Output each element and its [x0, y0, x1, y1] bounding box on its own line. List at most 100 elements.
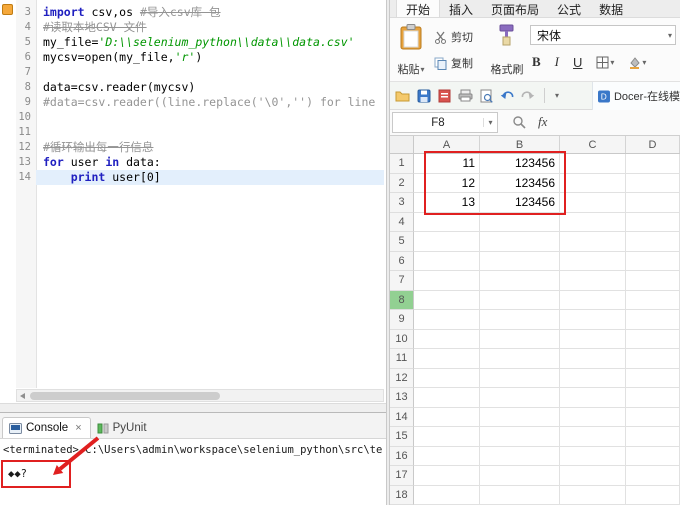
cell[interactable] [480, 349, 560, 369]
task-marker-icon[interactable] [2, 4, 13, 15]
code-line[interactable]: 7 [16, 65, 384, 80]
cell[interactable] [480, 407, 560, 427]
cell[interactable] [480, 251, 560, 271]
cell[interactable] [560, 251, 626, 271]
cell[interactable] [626, 407, 680, 427]
cell[interactable] [626, 466, 680, 486]
row-header[interactable]: 10 [390, 329, 414, 349]
cell[interactable] [626, 388, 680, 408]
cell[interactable] [480, 329, 560, 349]
cell[interactable] [560, 485, 626, 505]
cell[interactable] [626, 173, 680, 193]
cell[interactable] [626, 329, 680, 349]
cell[interactable] [626, 212, 680, 232]
cell[interactable] [626, 193, 680, 213]
row-header[interactable]: 13 [390, 388, 414, 408]
close-icon[interactable]: × [75, 422, 81, 434]
ribbon-tab-insert[interactable]: 插入 [440, 0, 482, 17]
cell[interactable] [480, 290, 560, 310]
row-header[interactable]: 5 [390, 232, 414, 252]
row-header[interactable]: 17 [390, 466, 414, 486]
fill-color-button[interactable]: ▾ [628, 56, 646, 69]
row-header[interactable]: 2 [390, 173, 414, 193]
cell[interactable] [560, 173, 626, 193]
ribbon-tab-formulas[interactable]: 公式 [548, 0, 590, 17]
row-header[interactable]: 1 [390, 154, 414, 174]
docer-online-templates-button[interactable]: D Docer-在线模 [592, 82, 680, 110]
row-header[interactable]: 6 [390, 251, 414, 271]
chevron-down-icon[interactable]: ▾ [483, 118, 497, 127]
chevron-down-icon[interactable]: ▾ [610, 58, 614, 67]
italic-button[interactable]: I [555, 54, 559, 70]
underline-button[interactable]: U [573, 55, 582, 70]
cell[interactable] [414, 310, 480, 330]
row-header[interactable]: 16 [390, 446, 414, 466]
ribbon-tab-data[interactable]: 数据 [590, 0, 632, 17]
tab-console[interactable]: Console × [2, 417, 91, 438]
code-line[interactable]: 8 data=csv.reader(mycsv) [16, 80, 384, 95]
paste-button[interactable]: 粘贴 ▾ [393, 21, 429, 79]
cell[interactable] [414, 212, 480, 232]
toolbar-options-chevron-icon[interactable]: ▾ [555, 91, 559, 100]
cell-b2[interactable]: 123456 [480, 173, 560, 193]
row-header[interactable]: 7 [390, 271, 414, 291]
magnifier-icon[interactable] [512, 115, 526, 129]
cell[interactable] [414, 407, 480, 427]
row-header[interactable]: 18 [390, 485, 414, 505]
cell[interactable] [414, 232, 480, 252]
cell[interactable] [414, 290, 480, 310]
borders-button[interactable]: ▾ [596, 56, 614, 69]
cell[interactable] [414, 485, 480, 505]
horizontal-scrollbar[interactable] [16, 389, 384, 402]
cell-b3[interactable]: 123456 [480, 193, 560, 213]
open-file-icon[interactable] [395, 89, 410, 102]
cell[interactable] [560, 427, 626, 447]
row-header[interactable]: 15 [390, 427, 414, 447]
cell-a2[interactable]: 12 [414, 173, 480, 193]
pane-splitter[interactable] [0, 403, 386, 412]
row-header[interactable]: 9 [390, 310, 414, 330]
cell[interactable] [414, 388, 480, 408]
cell[interactable] [480, 446, 560, 466]
insert-function-button[interactable]: fx [538, 114, 547, 130]
cell[interactable] [560, 232, 626, 252]
cell[interactable] [560, 154, 626, 174]
cell[interactable] [414, 466, 480, 486]
row-header[interactable]: 14 [390, 407, 414, 427]
cell[interactable] [626, 232, 680, 252]
cell-a1[interactable]: 11 [414, 154, 480, 174]
cell[interactable] [626, 349, 680, 369]
code-line[interactable]: 4 #读取本地CSV 文件 [16, 20, 384, 35]
copy-button[interactable]: 复制 [434, 52, 473, 74]
row-header[interactable]: 4 [390, 212, 414, 232]
save-icon[interactable] [417, 89, 431, 103]
cell[interactable] [480, 485, 560, 505]
scroll-left-arrow-icon[interactable] [20, 393, 25, 399]
cell[interactable] [414, 368, 480, 388]
cell[interactable] [560, 329, 626, 349]
font-name-select[interactable]: 宋体 ▾ [530, 25, 676, 45]
cell[interactable] [480, 310, 560, 330]
scrollbar-thumb[interactable] [30, 391, 220, 400]
cell[interactable] [480, 427, 560, 447]
cell[interactable] [414, 251, 480, 271]
row-header[interactable]: 3 [390, 193, 414, 213]
cell[interactable] [560, 466, 626, 486]
cell-a3[interactable]: 13 [414, 193, 480, 213]
cell[interactable] [414, 427, 480, 447]
cell[interactable] [560, 407, 626, 427]
cut-button[interactable]: 剪切 [434, 26, 473, 48]
cell[interactable] [480, 271, 560, 291]
print-icon[interactable] [458, 89, 473, 102]
cell[interactable] [560, 310, 626, 330]
chevron-down-icon[interactable]: ▾ [642, 58, 646, 67]
cell[interactable] [560, 271, 626, 291]
cell[interactable] [626, 368, 680, 388]
code-area[interactable]: 3 import csv,os #导入csv库 包 4 #读取本地CSV 文件 … [16, 5, 384, 185]
cell[interactable] [480, 368, 560, 388]
cell[interactable] [560, 212, 626, 232]
cell[interactable] [560, 368, 626, 388]
code-line[interactable]: 11 [16, 125, 384, 140]
row-header-selected[interactable]: 8 [390, 290, 414, 310]
code-line-current[interactable]: 14 print user[0] [16, 170, 384, 185]
